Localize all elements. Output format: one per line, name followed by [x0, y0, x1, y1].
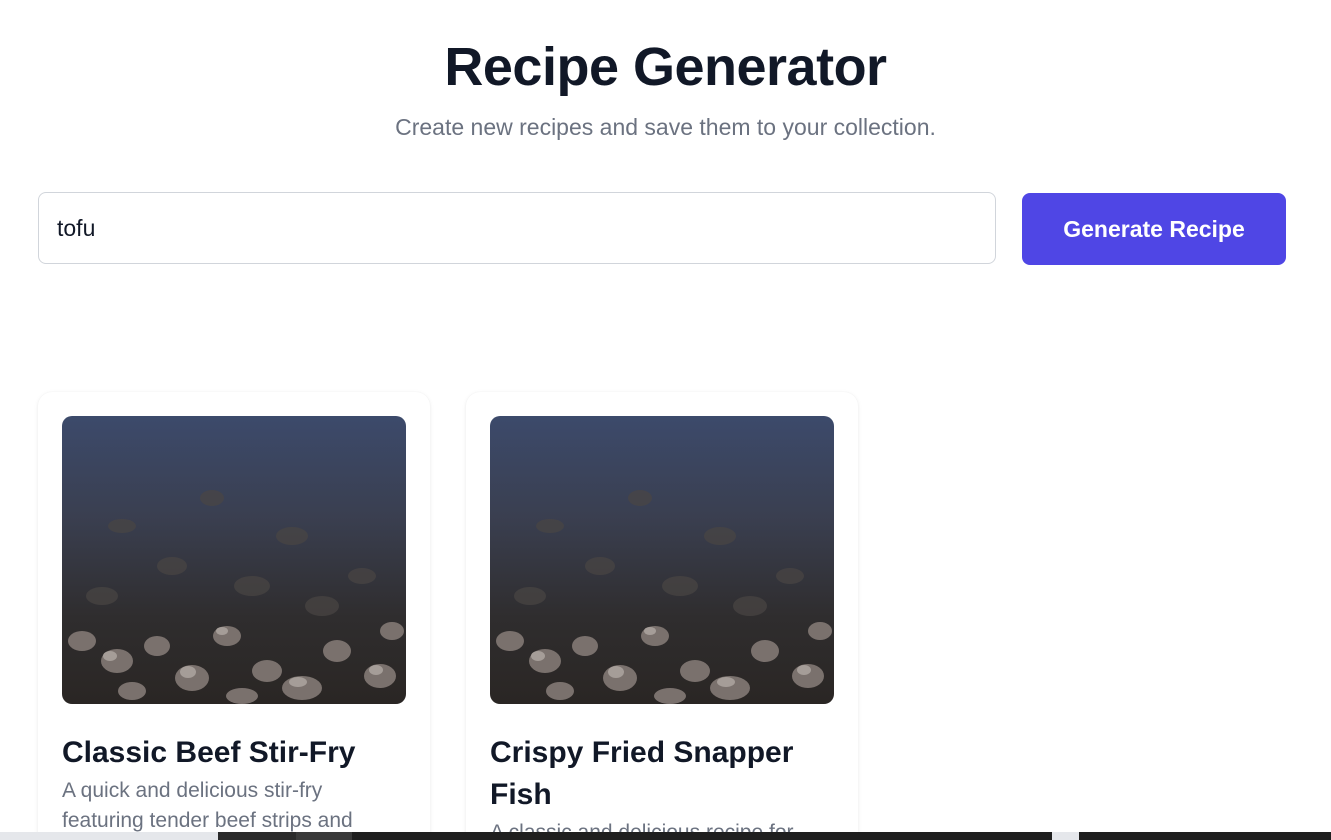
rocky-shore-photo [62, 416, 406, 704]
bottom-bar-segment [1079, 832, 1331, 840]
page-title: Recipe Generator [444, 37, 887, 97]
rocky-shore-photo [490, 416, 834, 704]
bottom-bar-segment [1052, 832, 1079, 840]
recipe-title: Classic Beef Stir-Fry [62, 736, 356, 769]
bottom-bar-segment [218, 832, 296, 840]
recipe-image [62, 416, 406, 704]
recipe-card[interactable]: Classic Beef Stir-Fry A quick and delici… [38, 392, 430, 840]
recipe-card[interactable]: Crispy Fried Snapper Fish A classic and … [466, 392, 858, 840]
recipe-description: A quick and delicious stir-fry featuring… [62, 779, 353, 832]
bottom-bar-segment [296, 832, 352, 840]
recipe-image [490, 416, 834, 704]
recipe-title: Crispy Fried Snapper Fish [490, 736, 794, 811]
bottom-bar-segment [0, 832, 218, 840]
generate-recipe-button[interactable]: Generate Recipe [1022, 193, 1286, 265]
bottom-bar-segment [352, 832, 1052, 840]
page: Recipe Generator Create new recipes and … [0, 0, 1331, 840]
page-subtitle: Create new recipes and save them to your… [395, 114, 936, 140]
ingredient-input[interactable] [38, 192, 996, 264]
